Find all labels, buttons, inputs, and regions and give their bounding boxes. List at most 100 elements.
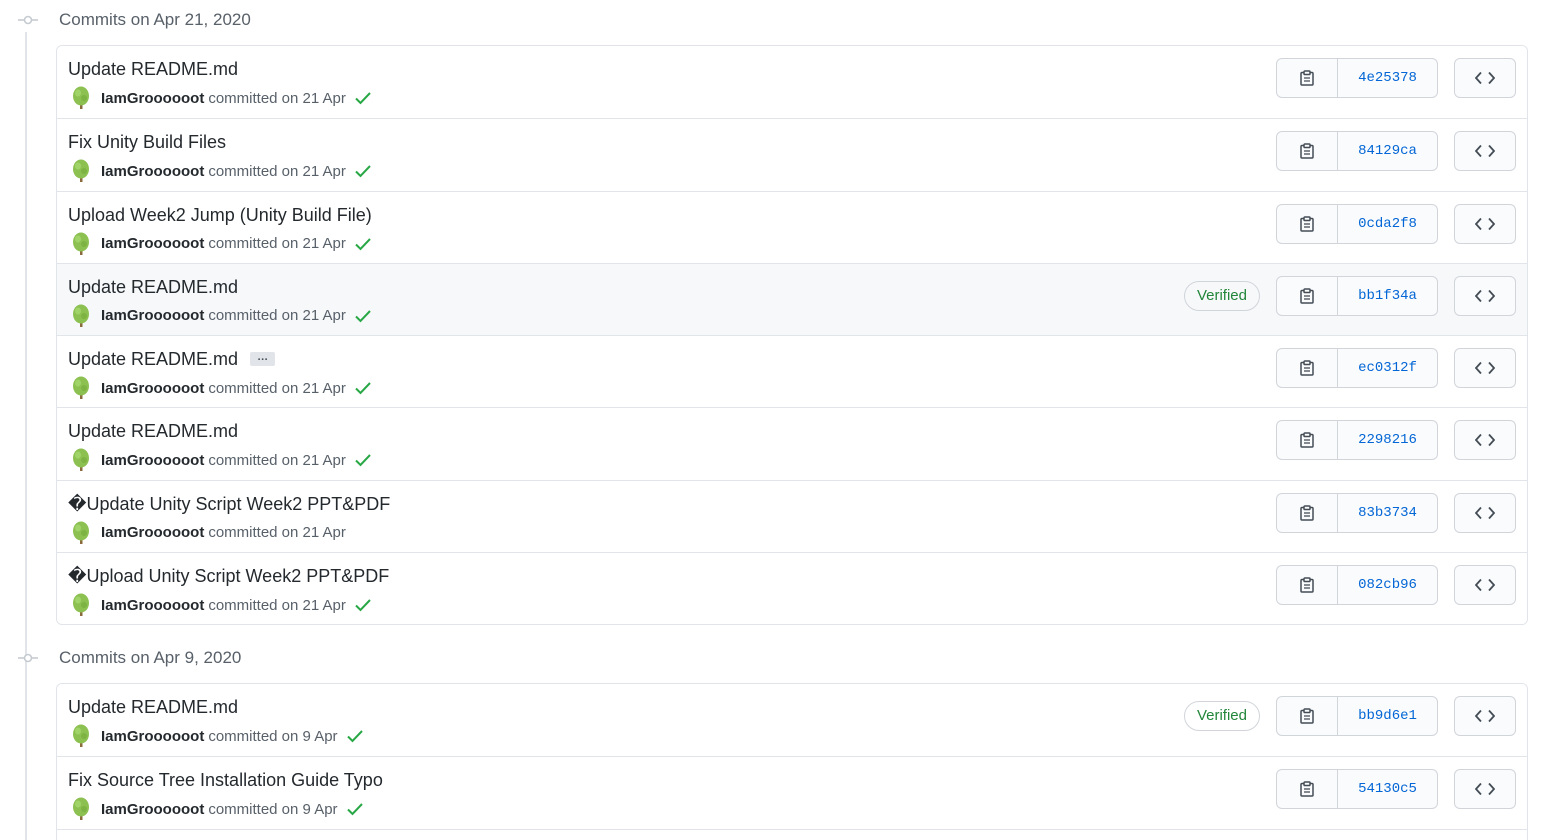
- code-icon[interactable]: [1454, 565, 1516, 606]
- commit-title-link[interactable]: Fix Unity Build Files: [68, 132, 226, 153]
- author-avatar[interactable]: [71, 724, 91, 748]
- author-link[interactable]: IamGroooooot: [101, 801, 204, 818]
- author-avatar[interactable]: [71, 159, 91, 183]
- commit-title-link[interactable]: Update README.md …: [68, 349, 276, 370]
- commit-message[interactable]: Update README.md: [68, 59, 238, 79]
- check-icon[interactable]: [354, 236, 372, 252]
- commit-sha-link[interactable]: 54130c5: [1338, 770, 1437, 808]
- author-avatar[interactable]: [71, 593, 91, 617]
- git-commit-icon: [18, 651, 38, 665]
- commit-message[interactable]: Update README.md: [68, 349, 238, 369]
- commit-title-link[interactable]: Fix Source Tree Installation Guide Typo: [68, 770, 383, 791]
- check-icon[interactable]: [354, 380, 372, 396]
- check-icon[interactable]: [354, 597, 372, 613]
- commit-row: Upload Week2 Jump (Unity Build File) IamG…: [57, 190, 1527, 263]
- commit-sha-link[interactable]: 83b3734: [1338, 494, 1437, 532]
- commit-title-link[interactable]: Update README.md: [68, 697, 238, 718]
- commit-date: committed on 21 Apr: [208, 451, 346, 469]
- commit-group-header: Commits on Apr 21, 2020: [0, 0, 1563, 40]
- commit-row: Update README.md IamGroooooot committed on…: [57, 684, 1527, 757]
- author-avatar[interactable]: [71, 797, 91, 821]
- clipboard-icon[interactable]: [1277, 493, 1338, 532]
- author-link[interactable]: IamGroooooot: [101, 597, 204, 614]
- sha-button-group: 84129ca: [1276, 131, 1438, 172]
- author-link[interactable]: IamGroooooot: [101, 380, 204, 397]
- commit-message[interactable]: �Upload Unity Script Week2 PPT&PDF: [68, 566, 389, 586]
- commit-title-link[interactable]: Upload Week2 Jump (Unity Build File): [68, 205, 372, 226]
- commit-message[interactable]: �Update Unity Script Week2 PPT&PDF: [68, 494, 390, 514]
- commit-message[interactable]: Update README.md: [68, 697, 238, 717]
- clipboard-icon[interactable]: [1277, 770, 1338, 809]
- author-avatar[interactable]: [71, 521, 91, 545]
- verified-badge[interactable]: Verified: [1183, 280, 1260, 311]
- commit-title-link[interactable]: �Upload Unity Script Week2 PPT&PDF: [68, 566, 389, 587]
- code-icon[interactable]: [1454, 275, 1516, 316]
- check-icon[interactable]: [346, 728, 364, 744]
- commit-message[interactable]: Upload Week2 Jump (Unity Build File): [68, 205, 372, 225]
- commit-date: committed on 21 Apr: [208, 235, 346, 253]
- code-icon[interactable]: [1454, 131, 1516, 172]
- commit-group: Commits on Apr 9, 2020 Update README.md Ia…: [0, 638, 1563, 840]
- commit-sha-link[interactable]: bb1f34a: [1338, 277, 1437, 315]
- author-link[interactable]: IamGroooooot: [101, 307, 204, 324]
- commit-message[interactable]: Fix Unity Build Files: [68, 132, 226, 152]
- clipboard-icon[interactable]: [1277, 421, 1338, 460]
- sha-button-group: bb1f34a: [1276, 275, 1438, 316]
- sha-button-group: bb9d6e1: [1276, 696, 1438, 736]
- author-avatar[interactable]: [71, 376, 91, 400]
- check-icon[interactable]: [346, 801, 364, 817]
- code-icon[interactable]: [1454, 203, 1516, 244]
- commit-sha-link[interactable]: 082cb96: [1338, 566, 1437, 604]
- author-link[interactable]: IamGroooooot: [101, 90, 204, 107]
- expand-message-button[interactable]: …: [250, 351, 276, 366]
- check-icon[interactable]: [354, 163, 372, 179]
- commit-title-link[interactable]: Update README.md: [68, 277, 238, 298]
- commit-sha-link[interactable]: 84129ca: [1338, 132, 1437, 170]
- author-avatar[interactable]: [71, 304, 91, 328]
- clipboard-icon[interactable]: [1277, 697, 1338, 735]
- sha-button-group: 83b3734: [1276, 492, 1438, 533]
- code-icon[interactable]: [1454, 492, 1516, 533]
- check-icon[interactable]: [354, 90, 372, 106]
- author-avatar[interactable]: [71, 448, 91, 472]
- commit-message[interactable]: Fix Source Tree Installation Guide Typo: [68, 770, 383, 790]
- code-icon[interactable]: [1454, 420, 1516, 461]
- author-link[interactable]: IamGroooooot: [101, 524, 204, 541]
- commit-group-title: Commits on Apr 9, 2020: [59, 648, 242, 667]
- clipboard-icon[interactable]: [1277, 59, 1338, 97]
- author-avatar[interactable]: [71, 232, 91, 256]
- check-icon[interactable]: [354, 308, 372, 324]
- clipboard-icon[interactable]: [1277, 132, 1338, 171]
- commit-meta: IamGroooooot committed on 9 Apr: [71, 797, 364, 821]
- commit-list: Update README.md IamGroooooot committed on…: [56, 45, 1528, 626]
- author-link[interactable]: IamGroooooot: [101, 163, 204, 180]
- commit-group-header: Commits on Apr 9, 2020: [0, 638, 1563, 678]
- code-icon[interactable]: [1454, 696, 1516, 736]
- clipboard-icon[interactable]: [1277, 349, 1338, 388]
- clipboard-icon[interactable]: [1277, 566, 1338, 605]
- commit-sha-link[interactable]: ec0312f: [1338, 349, 1437, 387]
- commit-title-link[interactable]: Update README.md: [68, 59, 238, 80]
- author-link[interactable]: IamGroooooot: [101, 728, 204, 745]
- commit-title-link[interactable]: �Update Unity Script Week2 PPT&PDF: [68, 494, 390, 515]
- commit-sha-link[interactable]: 2298216: [1338, 421, 1437, 459]
- author-link[interactable]: IamGroooooot: [101, 235, 204, 252]
- commit-sha-link[interactable]: bb9d6e1: [1338, 697, 1437, 735]
- check-icon[interactable]: [354, 452, 372, 468]
- author-avatar[interactable]: [71, 86, 91, 110]
- verified-badge[interactable]: Verified: [1183, 701, 1260, 731]
- clipboard-icon[interactable]: [1277, 204, 1338, 243]
- commit-title-link[interactable]: Update README.md: [68, 421, 238, 442]
- commit-meta: IamGroooooot committed on 21 Apr: [71, 448, 372, 472]
- code-icon[interactable]: [1454, 58, 1516, 98]
- code-icon[interactable]: [1454, 769, 1516, 810]
- commit-meta: IamGroooooot committed on 9 Apr: [71, 724, 364, 748]
- commit-sha-link[interactable]: 0cda2f8: [1338, 205, 1437, 243]
- commit-message[interactable]: Update README.md: [68, 421, 238, 441]
- commit-sha-link[interactable]: 4e25378: [1338, 59, 1437, 97]
- author-link[interactable]: IamGroooooot: [101, 452, 204, 469]
- commit-message[interactable]: Update README.md: [68, 277, 238, 297]
- clipboard-icon[interactable]: [1277, 276, 1338, 315]
- commit-meta: IamGroooooot committed on 21 Apr: [71, 86, 372, 110]
- code-icon[interactable]: [1454, 348, 1516, 389]
